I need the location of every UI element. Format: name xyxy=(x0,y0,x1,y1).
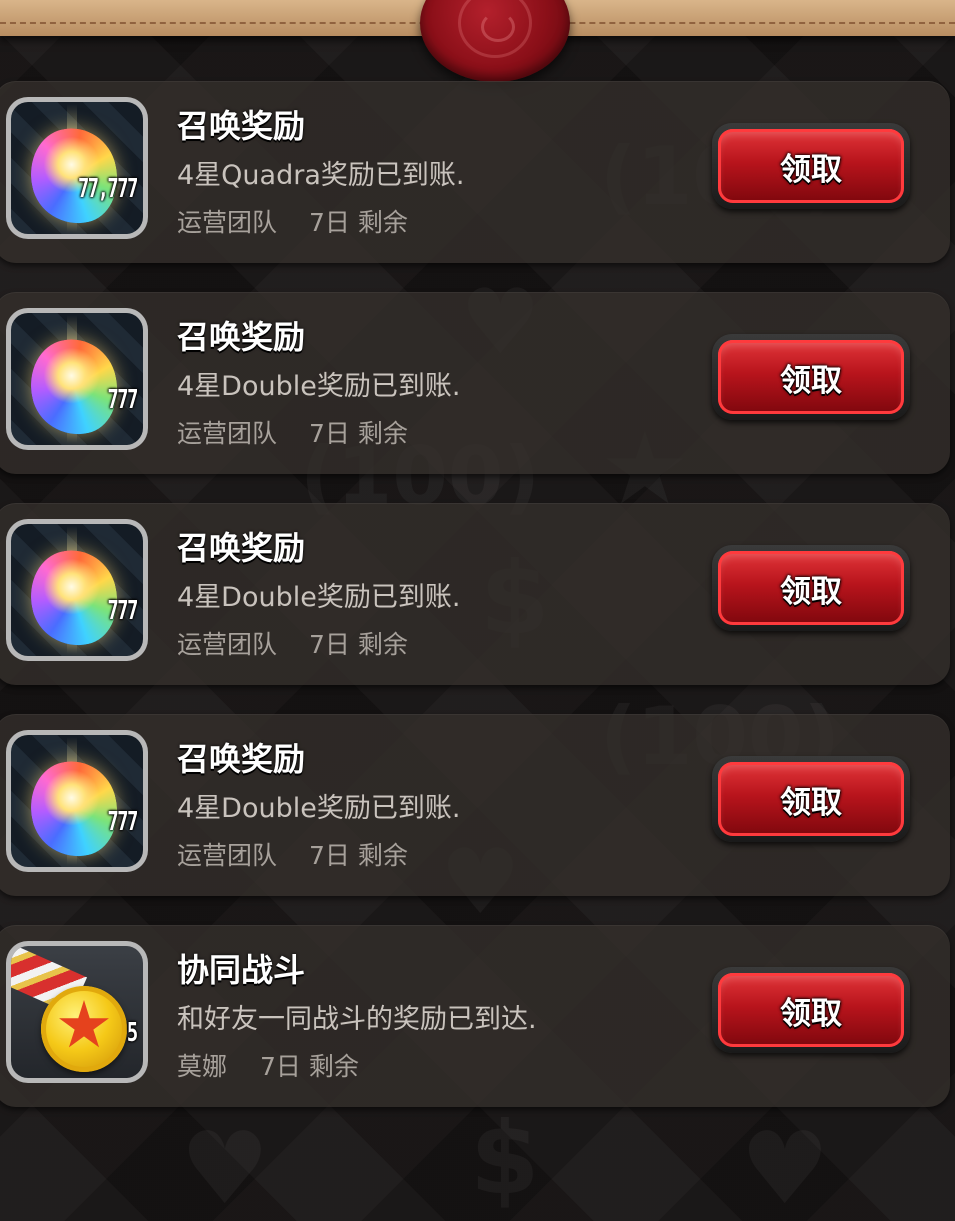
mail-time-remaining: 7日 剩余 xyxy=(309,419,408,448)
reward-icon-frame: 777 xyxy=(6,308,148,450)
reward-icon-frame: 777 xyxy=(6,730,148,872)
mail-item: 5 协同战斗 和好友一同战斗的奖励已到达. 莫娜 7日 剩余 领取 xyxy=(0,925,950,1107)
claim-button-face[interactable]: 领取 xyxy=(718,129,904,203)
claim-button-face[interactable]: 领取 xyxy=(718,973,904,1047)
mail-item: 777 召唤奖励 4星Double奖励已到账. 运营团队 7日 剩余 领取 xyxy=(0,292,950,474)
background-heart-icon: ♥ xyxy=(740,1110,830,1221)
mail-message: 4星Quadra奖励已到账. xyxy=(177,160,465,191)
mail-time-remaining: 7日 剩余 xyxy=(309,841,408,870)
claim-button-face[interactable]: 领取 xyxy=(718,340,904,414)
gold-medal-icon xyxy=(41,986,127,1072)
claim-button-label: 领取 xyxy=(780,573,842,610)
mail-message: 和好友一同战斗的奖励已到达. xyxy=(177,1004,537,1035)
mail-item: 77,777 召唤奖励 4星Quadra奖励已到账. 运营团队 7日 剩余 领取 xyxy=(0,81,950,263)
claim-button-face[interactable]: 领取 xyxy=(718,551,904,625)
reward-icon-background: 5 xyxy=(11,946,143,1078)
claim-button-label: 领取 xyxy=(780,995,842,1032)
mail-sender: 运营团队 xyxy=(177,208,278,237)
reward-icon-background: 777 xyxy=(11,524,143,656)
mail-sender: 莫娜 xyxy=(177,1052,228,1081)
reward-icon-frame: 5 xyxy=(6,941,148,1083)
mail-message: 4星Double奖励已到账. xyxy=(177,371,461,402)
mail-title: 召唤奖励 xyxy=(177,529,306,567)
claim-button-label: 领取 xyxy=(780,151,842,188)
mail-time-remaining: 7日 剩余 xyxy=(309,630,408,659)
mail-title: 召唤奖励 xyxy=(177,318,306,356)
claim-button[interactable]: 领取 xyxy=(712,334,910,420)
reward-quantity: 777 xyxy=(107,807,139,837)
reward-quantity: 77,777 xyxy=(78,174,138,204)
reward-quantity: 777 xyxy=(107,385,139,415)
background-heart-icon: ♥ xyxy=(180,1110,270,1221)
mail-time-remaining: 7日 剩余 xyxy=(309,208,408,237)
reward-icon-background: 777 xyxy=(11,735,143,867)
mail-title: 召唤奖励 xyxy=(177,740,306,778)
background-dollar-icon: $ xyxy=(470,1100,540,1217)
mail-sender: 运营团队 xyxy=(177,841,278,870)
mail-sender: 运营团队 xyxy=(177,630,278,659)
wax-seal-icon xyxy=(420,0,570,82)
claim-button[interactable]: 领取 xyxy=(712,545,910,631)
mail-title: 协同战斗 xyxy=(177,951,306,989)
reward-icon-background: 77,777 xyxy=(11,102,143,234)
claim-button-label: 领取 xyxy=(780,362,842,399)
mail-message: 4星Double奖励已到账. xyxy=(177,793,461,824)
reward-icon-frame: 777 xyxy=(6,519,148,661)
mail-title: 召唤奖励 xyxy=(177,107,306,145)
reward-icon-background: 777 xyxy=(11,313,143,445)
claim-button[interactable]: 领取 xyxy=(712,967,910,1053)
mail-time-remaining: 7日 剩余 xyxy=(260,1052,359,1081)
reward-icon-frame: 77,777 xyxy=(6,97,148,239)
claim-button-face[interactable]: 领取 xyxy=(718,762,904,836)
reward-quantity: 5 xyxy=(127,1018,138,1048)
mail-item: 777 召唤奖励 4星Double奖励已到账. 运营团队 7日 剩余 领取 xyxy=(0,714,950,896)
claim-button[interactable]: 领取 xyxy=(712,756,910,842)
claim-button-label: 领取 xyxy=(780,784,842,821)
reward-quantity: 777 xyxy=(107,596,139,626)
medal-star-icon xyxy=(59,1000,109,1048)
seal-swirl xyxy=(481,12,515,42)
claim-button[interactable]: 领取 xyxy=(712,123,910,209)
mailbox-screen: (100) ♥ (100) ★ $ (100) ♥ ♥ $ ♥ 77,777 召… xyxy=(0,0,955,1221)
mail-message: 4星Double奖励已到账. xyxy=(177,582,461,613)
mail-item: 777 召唤奖励 4星Double奖励已到账. 运营团队 7日 剩余 领取 xyxy=(0,503,950,685)
mail-sender: 运营团队 xyxy=(177,419,278,448)
